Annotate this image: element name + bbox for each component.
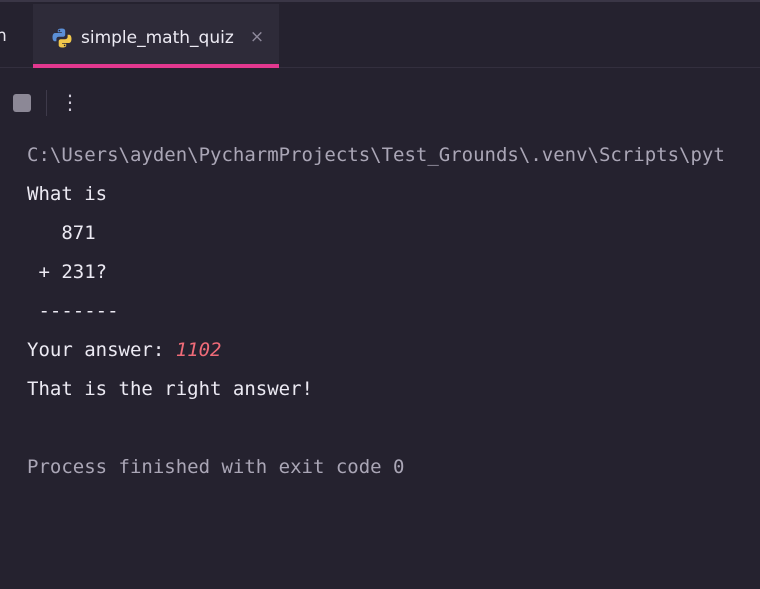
close-icon[interactable]: × xyxy=(247,25,267,49)
toolbar-divider xyxy=(46,90,47,116)
console-command-line: C:\Users\ayden\PycharmProjects\Test_Grou… xyxy=(27,144,725,166)
console-prompt: Your answer: xyxy=(27,339,176,361)
console-operand-2: + 231? xyxy=(27,261,108,283)
tab-simple-math-quiz[interactable]: simple_math_quiz × xyxy=(33,4,279,68)
console-separator: ------- xyxy=(27,300,119,322)
python-icon xyxy=(52,28,72,48)
console-answer-line: Your answer: 1102 xyxy=(27,338,221,362)
run-tool-window: n simple_math_quiz × ⋮ C:\Users\ayden\Py… xyxy=(0,0,760,589)
tab-label: simple_math_quiz xyxy=(81,28,234,48)
more-options-icon[interactable]: ⋮ xyxy=(60,88,80,116)
console-result: That is the right answer! xyxy=(27,378,313,400)
console-output[interactable]: C:\Users\ayden\PycharmProjects\Test_Grou… xyxy=(27,143,760,478)
console-question: What is xyxy=(27,183,108,205)
partial-tab-label[interactable]: n xyxy=(0,26,7,46)
console-exit-status: Process finished with exit code 0 xyxy=(27,456,405,478)
run-tab-bar: n simple_math_quiz × xyxy=(0,2,760,68)
console-user-input: 1102 xyxy=(175,339,222,361)
run-toolbar: ⋮ xyxy=(0,86,760,116)
console-operand-1: 871 xyxy=(27,222,96,244)
stop-icon[interactable] xyxy=(13,94,31,112)
